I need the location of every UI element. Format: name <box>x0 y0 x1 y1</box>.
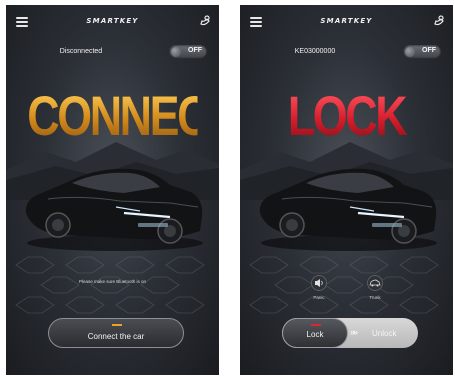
panic-button[interactable]: Panic <box>302 275 336 303</box>
top-bar: SMARTKEY <box>6 5 219 37</box>
top-bar: SMARTKEY <box>240 5 453 37</box>
toggle-label: OFF <box>188 47 202 54</box>
bluetooth-toggle[interactable]: OFF <box>169 45 207 59</box>
panic-label: Panic <box>313 295 325 300</box>
trunk-button[interactable]: Trunk <box>358 275 392 303</box>
bluetooth-toggle[interactable]: OFF <box>403 45 441 59</box>
car-image <box>259 168 437 251</box>
car-trunk-icon <box>369 279 381 287</box>
device-id: KE03000000 <box>294 48 336 55</box>
toggle-knob <box>405 47 415 57</box>
lock-unlock-slider[interactable]: Lock »» Unlock <box>282 318 418 348</box>
connect-headline: CONNECT <box>27 84 219 147</box>
connection-status: Disconnected <box>59 48 103 55</box>
hex-pattern <box>249 256 439 314</box>
lock-button-label: Lock <box>306 330 324 339</box>
trunk-label: Trunk <box>369 295 381 300</box>
panic-ring <box>311 275 327 291</box>
connect-indicator <box>112 324 122 326</box>
speaker-icon <box>315 279 323 287</box>
connect-car-button[interactable]: Connect the car <box>48 318 184 348</box>
lock-screen: SMARTKEY KE03000000 OFF LOCK Panic Trunk… <box>240 5 453 375</box>
car-image <box>25 168 203 251</box>
bluetooth-hint: Please make sure Bluetooth is on <box>78 279 147 284</box>
lock-headline: LOCK <box>261 83 431 148</box>
lock-button[interactable]: Lock <box>282 318 348 348</box>
trunk-ring <box>367 275 383 291</box>
connect-button-label: Connect the car <box>87 332 145 341</box>
settings-icon[interactable] <box>199 15 211 27</box>
toggle-label: OFF <box>422 47 436 54</box>
slide-arrows-icon: »» <box>350 327 358 337</box>
status-row: Disconnected OFF <box>6 45 219 61</box>
status-row: KE03000000 OFF <box>240 45 453 61</box>
connect-screen: SMARTKEY Disconnected OFF CONNECT Please… <box>6 5 219 375</box>
toggle-knob <box>171 47 181 57</box>
lock-indicator <box>311 324 321 326</box>
app-brand: SMARTKEY <box>320 17 373 25</box>
hex-pattern <box>15 256 205 314</box>
unlock-button[interactable]: Unlock <box>372 329 396 338</box>
app-brand: SMARTKEY <box>86 17 139 25</box>
settings-icon[interactable] <box>433 15 445 27</box>
